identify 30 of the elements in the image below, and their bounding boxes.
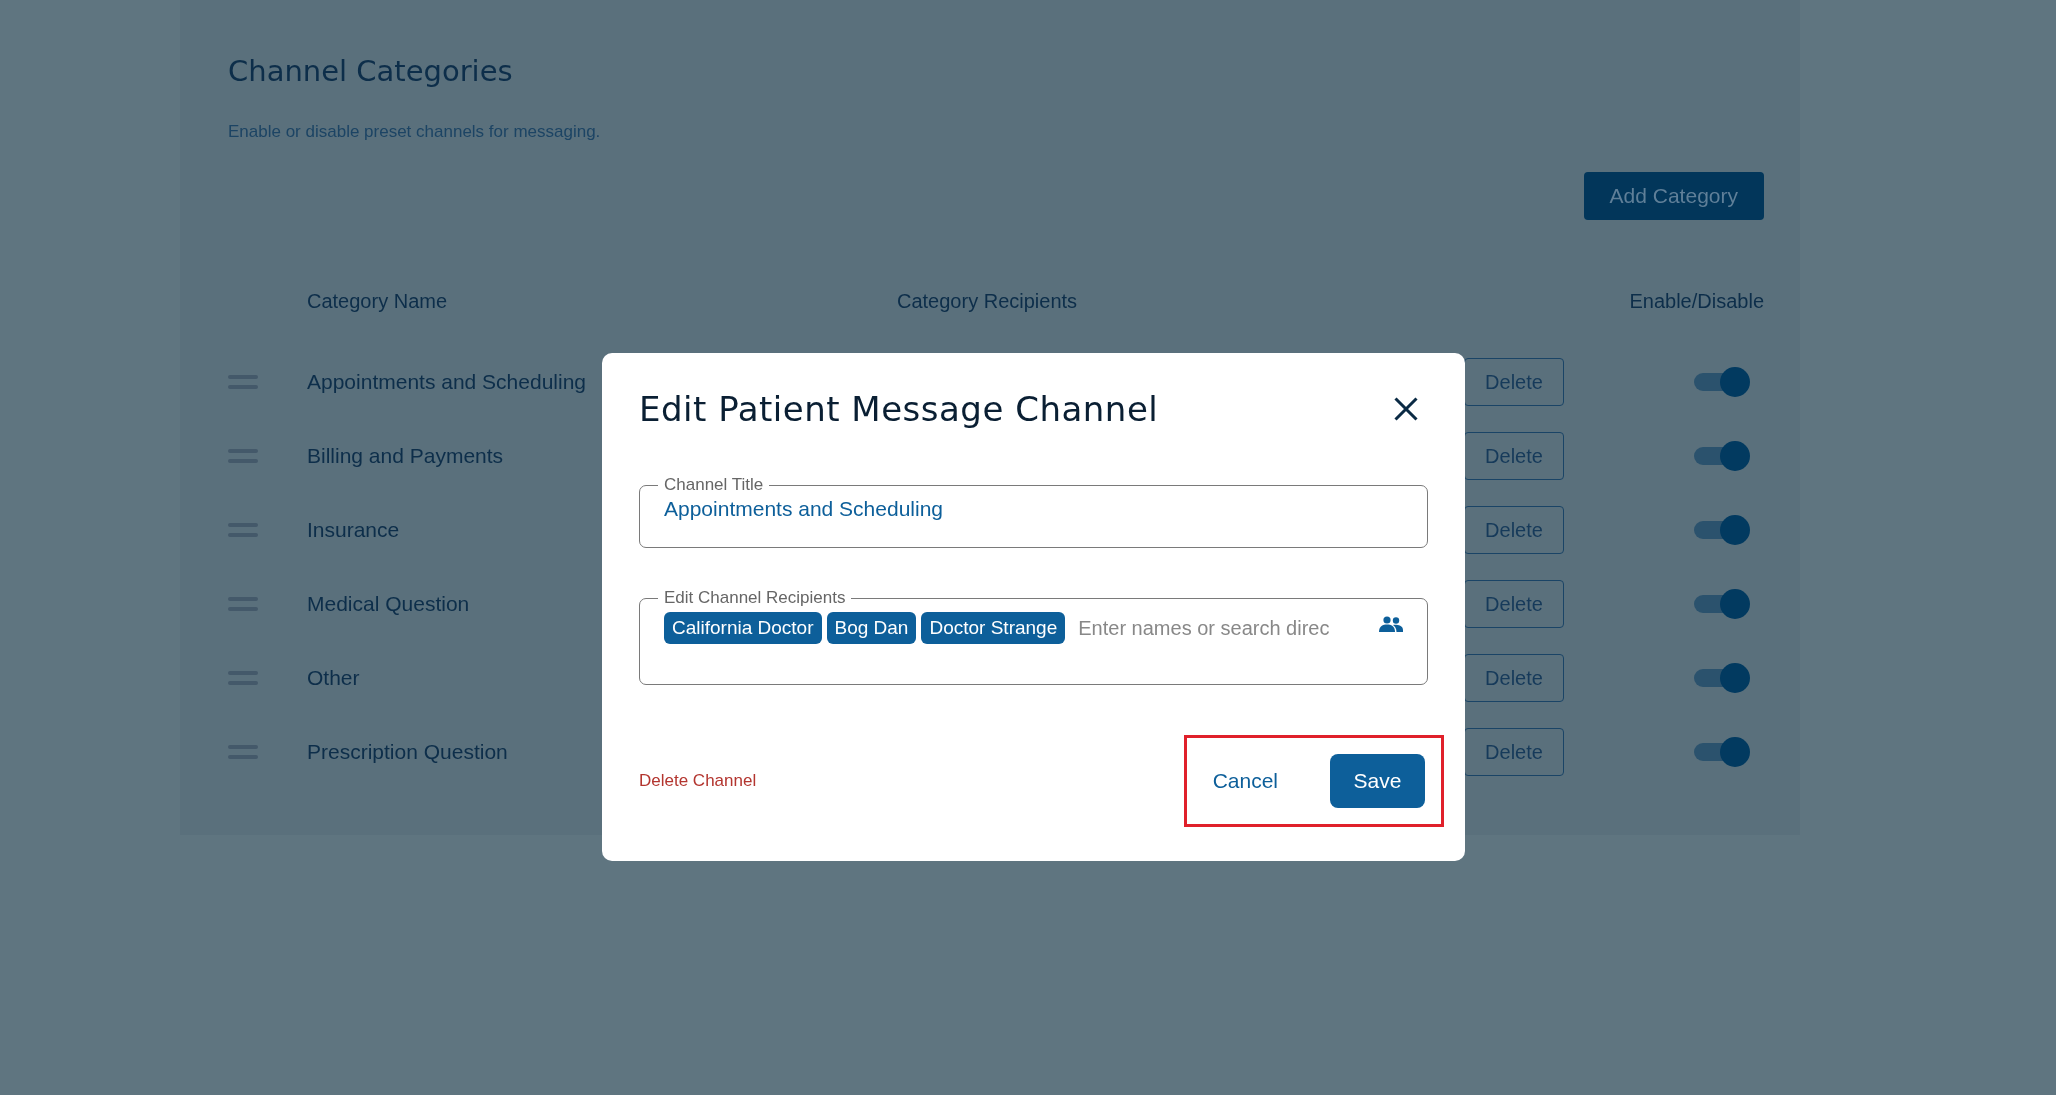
delete-channel-link[interactable]: Delete Channel (639, 771, 757, 791)
recipients-field[interactable]: Edit Channel Recipients California Doctor Bog Dan Doctor Strange Enter names or search direc (639, 588, 1428, 685)
page-title: Channel Categories (228, 54, 514, 88)
channel-title-field[interactable]: Channel Title Appointments and Scheduling (639, 475, 1428, 548)
column-header: Category Name (307, 290, 449, 313)
field-label: Edit Channel Recipients (663, 588, 847, 608)
recipient-chip[interactable]: California Doctor (664, 612, 822, 644)
toggle-switch[interactable] (1694, 737, 1750, 767)
category-name: Insurance (307, 518, 400, 541)
toggle-switch[interactable] (1694, 663, 1750, 693)
save-button[interactable]: Save (1330, 754, 1425, 808)
category-name: Appointments and Scheduling (307, 370, 587, 393)
people-icon[interactable] (1379, 616, 1403, 632)
page-subtitle: Enable or disable preset channels for messaging. (228, 122, 602, 142)
column-header: Enable/Disable (1629, 290, 1764, 313)
cancel-button[interactable]: Cancel (1206, 768, 1284, 794)
recipient-chip[interactable]: Bog Dan (826, 612, 917, 644)
toggle-switch[interactable] (1694, 441, 1750, 471)
field-label: Channel Title (663, 475, 765, 495)
dialog-title: Edit Patient Message Channel (639, 389, 1159, 429)
category-name: Other (307, 666, 360, 689)
recipient-chip[interactable]: Doctor Strange (921, 612, 1066, 644)
category-name: Prescription Question (307, 740, 508, 763)
category-name: Medical Question (307, 592, 470, 615)
toggle-switch[interactable] (1694, 515, 1750, 545)
toggle-switch[interactable] (1694, 367, 1750, 397)
close-icon[interactable] (1392, 395, 1420, 423)
toggle-switch[interactable] (1694, 589, 1750, 619)
category-name: Billing and Payments (307, 444, 504, 467)
column-header: Category Recipients (897, 290, 1079, 313)
